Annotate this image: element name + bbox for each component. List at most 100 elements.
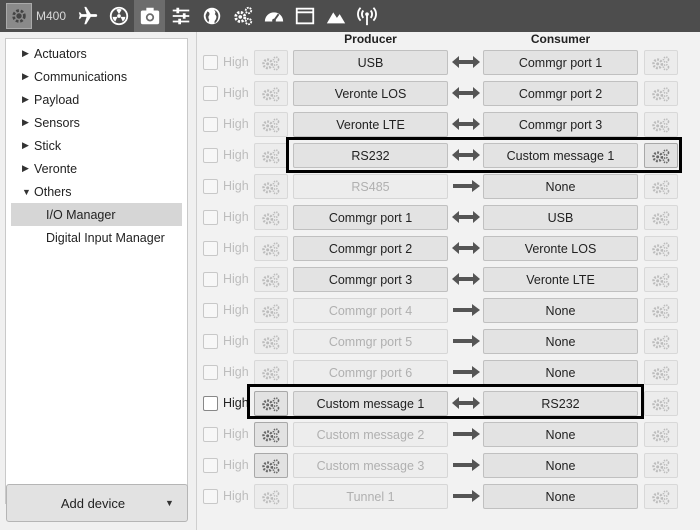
collapsed-arrow-icon[interactable]: ▶: [22, 117, 34, 128]
producer-select[interactable]: Commgr port 6: [293, 360, 448, 385]
priority-checkbox[interactable]: [203, 55, 218, 70]
tree-item-others[interactable]: ▼ Others: [6, 180, 187, 203]
producer-select[interactable]: Custom message 3: [293, 453, 448, 478]
tree-item-actuators[interactable]: ▶ Actuators: [6, 42, 187, 65]
producer-select[interactable]: Commgr port 4: [293, 298, 448, 323]
right-arrow-icon[interactable]: [451, 458, 481, 472]
consumer-select[interactable]: None: [483, 360, 638, 385]
producer-select[interactable]: Commgr port 3: [293, 267, 448, 292]
producer-select[interactable]: Veronte LTE: [293, 112, 448, 137]
window-icon[interactable]: [289, 0, 320, 32]
consumer-settings-button[interactable]: [644, 236, 678, 261]
priority-checkbox[interactable]: [203, 241, 218, 256]
bidirectional-arrow-icon[interactable]: [451, 272, 481, 286]
consumer-settings-button[interactable]: [644, 484, 678, 509]
producer-select[interactable]: Tunnel 1: [293, 484, 448, 509]
consumer-settings-button[interactable]: [644, 112, 678, 137]
collapsed-arrow-icon[interactable]: ▶: [22, 94, 34, 105]
right-arrow-icon[interactable]: [451, 427, 481, 441]
priority-checkbox[interactable]: [203, 334, 218, 349]
consumer-select[interactable]: Commgr port 1: [483, 50, 638, 75]
producer-settings-button[interactable]: [254, 422, 288, 447]
add-device-button[interactable]: Add device ▼: [6, 484, 188, 522]
bidirectional-arrow-icon[interactable]: [451, 210, 481, 224]
bidirectional-arrow-icon[interactable]: [451, 241, 481, 255]
consumer-select[interactable]: USB: [483, 205, 638, 230]
producer-settings-button[interactable]: [254, 236, 288, 261]
tree-item-sensors[interactable]: ▶ Sensors: [6, 111, 187, 134]
radiation-icon[interactable]: [103, 0, 134, 32]
consumer-select[interactable]: None: [483, 422, 638, 447]
consumer-settings-button[interactable]: [644, 391, 678, 416]
gears-icon[interactable]: [227, 0, 258, 32]
sliders-icon[interactable]: [165, 0, 196, 32]
camera-icon[interactable]: [134, 0, 166, 32]
collapsed-arrow-icon[interactable]: ▶: [22, 48, 34, 59]
priority-checkbox[interactable]: [203, 396, 218, 411]
right-arrow-icon[interactable]: [451, 303, 481, 317]
collapsed-arrow-icon[interactable]: ▶: [22, 140, 34, 151]
producer-select[interactable]: RS485: [293, 174, 448, 199]
priority-checkbox[interactable]: [203, 303, 218, 318]
consumer-select[interactable]: Veronte LOS: [483, 236, 638, 261]
tree-item-digital-input-manager[interactable]: Digital Input Manager: [6, 226, 187, 249]
producer-select[interactable]: Commgr port 1: [293, 205, 448, 230]
mountain-icon[interactable]: [320, 0, 351, 32]
priority-checkbox[interactable]: [203, 179, 218, 194]
tree-item-stick[interactable]: ▶ Stick: [6, 134, 187, 157]
producer-select[interactable]: Veronte LOS: [293, 81, 448, 106]
producer-settings-button[interactable]: [254, 267, 288, 292]
producer-settings-button[interactable]: [254, 205, 288, 230]
consumer-settings-button[interactable]: [644, 360, 678, 385]
tree-item-communications[interactable]: ▶ Communications: [6, 65, 187, 88]
tree-item-veronte[interactable]: ▶ Veronte: [6, 157, 187, 180]
consumer-select[interactable]: Commgr port 2: [483, 81, 638, 106]
right-arrow-icon[interactable]: [451, 365, 481, 379]
consumer-settings-button[interactable]: [644, 329, 678, 354]
consumer-settings-button[interactable]: [644, 205, 678, 230]
producer-select[interactable]: USB: [293, 50, 448, 75]
collapsed-arrow-icon[interactable]: ▶: [22, 71, 34, 82]
consumer-settings-button[interactable]: [644, 267, 678, 292]
consumer-select[interactable]: None: [483, 329, 638, 354]
consumer-settings-button[interactable]: [644, 174, 678, 199]
producer-settings-button[interactable]: [254, 174, 288, 199]
priority-checkbox[interactable]: [203, 86, 218, 101]
producer-settings-button[interactable]: [254, 143, 288, 168]
consumer-select[interactable]: None: [483, 174, 638, 199]
bidirectional-arrow-icon[interactable]: [451, 117, 481, 131]
bidirectional-arrow-icon[interactable]: [451, 55, 481, 69]
producer-settings-button[interactable]: [254, 329, 288, 354]
tree-item-io-manager[interactable]: I/O Manager: [11, 203, 182, 226]
producer-settings-button[interactable]: [254, 81, 288, 106]
priority-checkbox[interactable]: [203, 489, 218, 504]
globe-icon[interactable]: [196, 0, 227, 32]
producer-select[interactable]: Commgr port 5: [293, 329, 448, 354]
right-arrow-icon[interactable]: [451, 179, 481, 193]
signal-icon[interactable]: [351, 0, 382, 32]
consumer-settings-button[interactable]: [644, 422, 678, 447]
dropdown-arrow-icon[interactable]: ▼: [165, 498, 187, 508]
producer-settings-button[interactable]: [254, 112, 288, 137]
airplane-icon[interactable]: [72, 0, 103, 32]
producer-settings-button[interactable]: [254, 298, 288, 323]
producer-settings-button[interactable]: [254, 50, 288, 75]
expanded-arrow-icon[interactable]: ▼: [22, 187, 34, 197]
right-arrow-icon[interactable]: [451, 334, 481, 348]
consumer-select[interactable]: Commgr port 3: [483, 112, 638, 137]
gauge-icon[interactable]: [258, 0, 289, 32]
priority-checkbox[interactable]: [203, 458, 218, 473]
consumer-select[interactable]: None: [483, 453, 638, 478]
consumer-settings-button[interactable]: [644, 81, 678, 106]
priority-checkbox[interactable]: [203, 272, 218, 287]
producer-select[interactable]: Custom message 2: [293, 422, 448, 447]
right-arrow-icon[interactable]: [451, 489, 481, 503]
priority-checkbox[interactable]: [203, 117, 218, 132]
consumer-settings-button[interactable]: [644, 50, 678, 75]
consumer-settings-button[interactable]: [644, 298, 678, 323]
producer-settings-button[interactable]: [254, 484, 288, 509]
device-selector[interactable]: M400: [0, 0, 72, 32]
priority-checkbox[interactable]: [203, 427, 218, 442]
producer-settings-button[interactable]: [254, 453, 288, 478]
consumer-select[interactable]: None: [483, 298, 638, 323]
